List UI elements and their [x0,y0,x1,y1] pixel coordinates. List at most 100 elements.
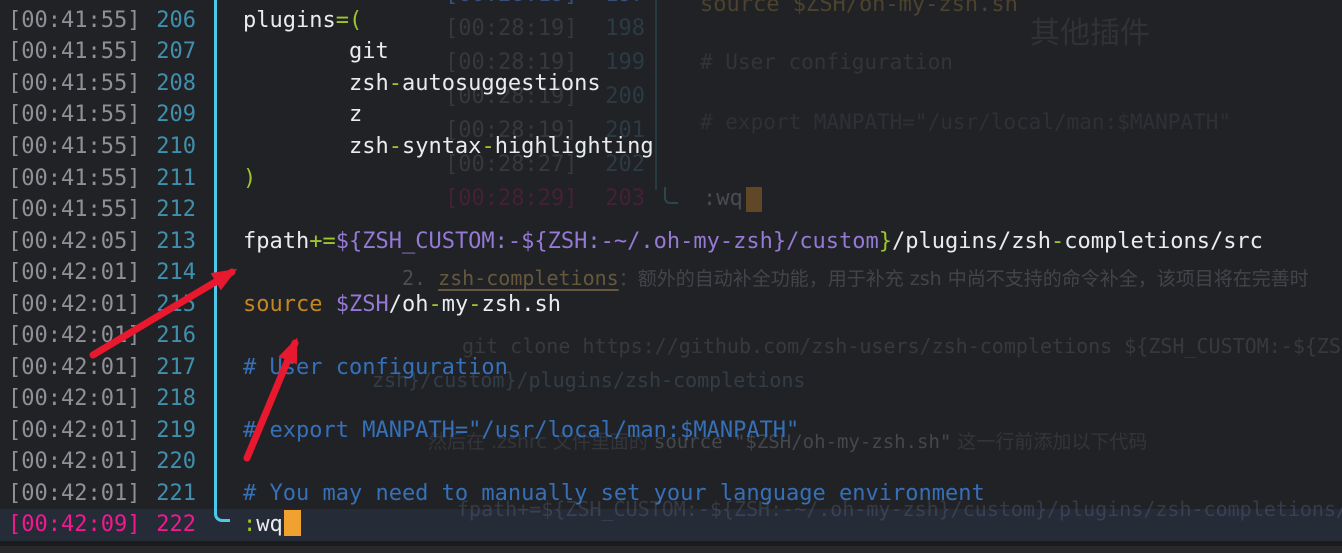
code-token: fpath [243,229,309,254]
line-number: 207 [138,36,196,68]
line-number: 206 [138,5,196,37]
code-line: # export MANPATH="/usr/local/man:$MANPAT… [243,415,799,447]
code-token: - [468,292,481,317]
terminal-row: [00:42:05]213 fpath+=${ZSH_CUSTOM:-${ZSH:… [0,226,1342,258]
bottom-strip-light [0,546,1342,553]
indent-guide-line [214,0,217,507]
code-token: wq [256,512,283,537]
line-number: 222 [138,509,196,541]
terminal-rows: [00:41:55]205# Add wisely, as too many p… [0,0,1342,541]
code-token [322,292,335,317]
line-number: 215 [138,289,196,321]
code-token: =( [336,8,363,33]
code-token: ) [243,166,256,191]
code-token: # Add wisely, as too many plugins slow d… [243,0,1011,1]
line-number: 220 [138,446,196,478]
code-token: ${ZSH_CUSTOM:-${ZSH:-~/.oh-my-zsh}/custo… [336,229,879,254]
code-token: : [243,512,256,537]
timestamp: [00:41:55] [8,131,140,163]
terminal-row: [00:42:01]219 # export MANPATH="/usr/loca… [0,415,1342,447]
code-token: /oh [389,292,429,317]
code-token: - [389,71,402,96]
line-number: 214 [138,257,196,289]
code-line: plugins=( [243,5,362,37]
terminal-row: [00:42:01]214 [0,257,1342,289]
code-token: # User configuration [243,355,508,380]
timestamp: [00:42:01] [8,257,140,289]
timestamp: [00:41:55] [8,36,140,68]
terminal-row: [00:41:55]212 [0,194,1342,226]
code-token: += [309,229,336,254]
code-token: - [428,292,441,317]
code-line: git [243,36,389,68]
text-cursor [284,510,301,536]
timestamp: [00:41:55] [8,194,140,226]
code-token: my [442,292,469,317]
code-line: :wq [243,509,301,541]
code-token: # export MANPATH="/usr/local/man:$MANPAT… [243,418,799,443]
timestamp: [00:41:55] [8,99,140,131]
line-number: 212 [138,194,196,226]
timestamp: [00:42:09] [8,509,140,541]
terminal-row: [00:41:55]210 zsh-syntax-highlighting [0,131,1342,163]
code-line: source $ZSH/oh-my-zsh.sh [243,289,561,321]
timestamp: [00:41:55] [8,68,140,100]
timestamp: [00:42:01] [8,446,140,478]
code-token: zsh [243,134,389,159]
code-token: z [243,102,362,127]
code-line: # User configuration [243,352,508,384]
code-token: syntax [402,134,481,159]
code-token: git [243,39,389,64]
timestamp: [00:42:01] [8,320,140,352]
line-number: 211 [138,163,196,195]
terminal-row: [00:41:55]207 git [0,36,1342,68]
terminal-row: [00:42:01]217 # User configuration [0,352,1342,384]
code-token: plugins [243,8,336,33]
code-line: ) [243,163,256,195]
timestamp: [00:42:01] [8,415,140,447]
line-number: 217 [138,352,196,384]
line-number: 210 [138,131,196,163]
line-number: 213 [138,226,196,258]
line-number: 209 [138,99,196,131]
timestamp: [00:41:55] [8,163,140,195]
terminal-row: [00:41:55]211) [0,163,1342,195]
line-number: 208 [138,68,196,100]
timestamp: [00:42:01] [8,383,140,415]
line-number: 218 [138,383,196,415]
code-token: $ZSH [336,292,389,317]
code-token: /plugins/zsh [892,229,1051,254]
code-line: z [243,99,362,131]
timestamp: [00:42:01] [8,478,140,510]
timestamp: [00:42:01] [8,289,140,321]
terminal-row: [00:41:55]206 plugins=( [0,5,1342,37]
indent-guide-corner [214,507,230,522]
terminal-row: [00:42:01]216 [0,320,1342,352]
terminal-screen[interactable]: [00:28:19]197[00:28:19]198[00:28:19]199[… [0,0,1342,553]
line-number: 221 [138,478,196,510]
code-token: - [481,134,494,159]
terminal-row: [00:41:55]208 zsh-autosuggestions [0,68,1342,100]
terminal-row: [00:41:55]209 z [0,99,1342,131]
line-number: 216 [138,320,196,352]
code-line: zsh-autosuggestions [243,68,601,100]
code-token: zsh.sh [481,292,560,317]
code-token: } [879,229,892,254]
terminal-row: [00:42:01]220 [0,446,1342,478]
code-token: source [243,292,322,317]
code-line: zsh-syntax-highlighting [243,131,654,163]
ghost-fpath-line: fpath+=${ZSH_CUSTOM:-${ZSH:-~/.oh-my-zsh… [457,497,1342,521]
timestamp: [00:42:01] [8,352,140,384]
code-token: - [1051,229,1064,254]
code-token: - [389,134,402,159]
code-token: autosuggestions [402,71,601,96]
code-token: zsh [243,71,389,96]
terminal-row: [00:42:01]218 [0,383,1342,415]
terminal-row: [00:42:01]215source $ZSH/oh-my-zsh.sh [0,289,1342,321]
code-token: completions/src [1064,229,1263,254]
code-token: highlighting [495,134,654,159]
timestamp: [00:41:55] [8,5,140,37]
code-line: fpath+=${ZSH_CUSTOM:-${ZSH:-~/.oh-my-zsh… [243,226,1263,258]
line-number: 219 [138,415,196,447]
timestamp: [00:42:05] [8,226,140,258]
